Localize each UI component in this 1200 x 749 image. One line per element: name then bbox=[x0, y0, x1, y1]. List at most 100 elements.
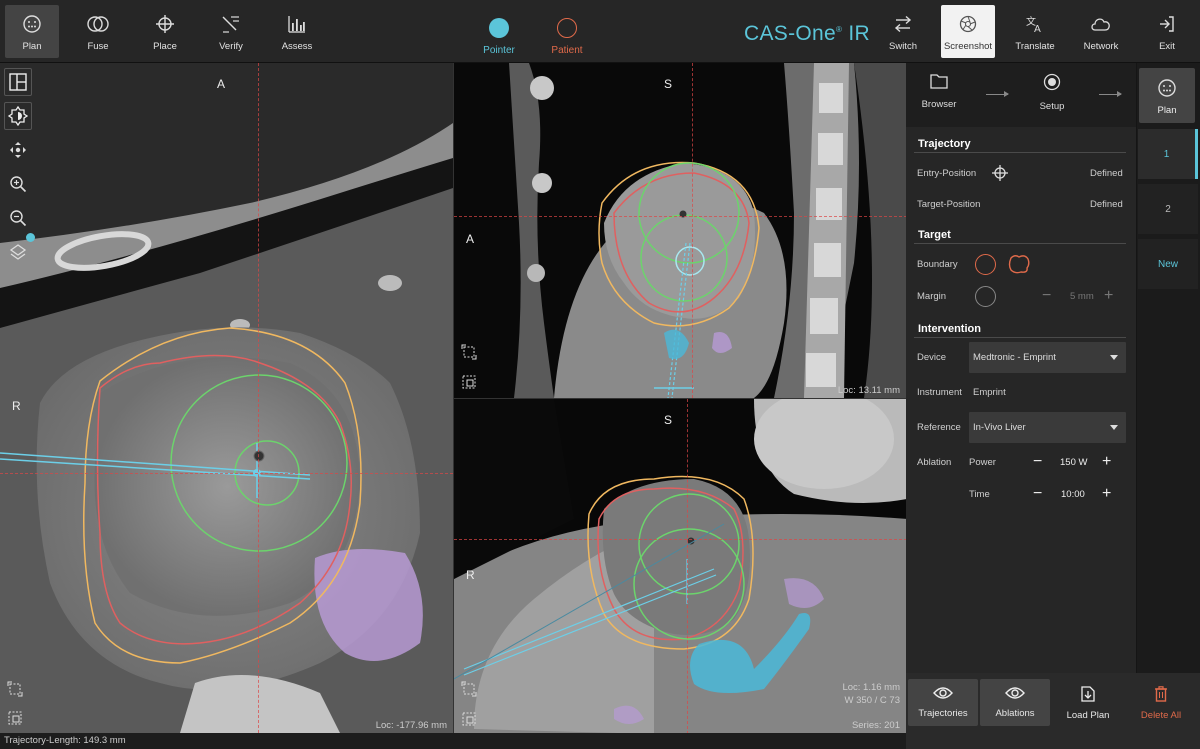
network-button[interactable]: Network bbox=[1074, 5, 1128, 58]
intervention-title: Intervention bbox=[918, 323, 981, 335]
orientation-left: R bbox=[12, 399, 21, 413]
crosshair-vertical bbox=[687, 399, 688, 733]
crosshair-vertical bbox=[258, 63, 259, 733]
crosshair-horizontal bbox=[0, 473, 453, 474]
step-arrow bbox=[986, 91, 1009, 97]
delete-all-button[interactable]: Delete All bbox=[1126, 679, 1196, 726]
active-tool-indicator bbox=[26, 233, 35, 242]
entry-position-value: Defined bbox=[1090, 168, 1123, 179]
collapse-view-icon[interactable] bbox=[460, 710, 478, 728]
zoom-out-icon bbox=[10, 210, 27, 227]
trajectories-toggle[interactable]: Trajectories bbox=[908, 679, 978, 726]
aperture-icon bbox=[957, 14, 979, 34]
pan-button[interactable] bbox=[4, 136, 32, 164]
orientation-top: S bbox=[664, 77, 673, 91]
section-divider bbox=[914, 337, 1126, 338]
power-decrease-button[interactable]: − bbox=[1033, 454, 1042, 470]
time-label: Time bbox=[969, 489, 990, 500]
tab-fuse[interactable]: Fuse bbox=[71, 5, 125, 58]
margin-label: Margin bbox=[917, 291, 947, 302]
trajectory-title: Trajectory bbox=[918, 138, 971, 150]
translate-icon: 文A bbox=[1024, 14, 1046, 34]
reference-select[interactable]: In-Vivo Liver bbox=[969, 412, 1126, 443]
tab-verify[interactable]: Verify bbox=[204, 5, 258, 58]
boundary-circle-icon[interactable] bbox=[975, 254, 996, 275]
target-position-label: Target-Position bbox=[917, 199, 981, 210]
step-plan[interactable]: Plan bbox=[1139, 68, 1195, 123]
registered-mark: ® bbox=[835, 25, 843, 34]
axial-view[interactable]: A R Loc: -177.96 mm bbox=[0, 63, 453, 733]
target-title: Target bbox=[918, 229, 951, 241]
margin-value: 5 mm bbox=[1070, 291, 1094, 302]
step-setup[interactable]: Setup bbox=[1022, 73, 1082, 112]
top-toolbar: Plan Fuse Place Verify Assess Pointer Pa… bbox=[0, 0, 1200, 63]
time-decrease-button[interactable]: − bbox=[1033, 486, 1042, 502]
plan-item-2[interactable]: 2 bbox=[1138, 184, 1198, 234]
move-arrows-icon bbox=[10, 142, 26, 158]
instrument-value: Emprint bbox=[973, 387, 1006, 398]
tab-assess[interactable]: Assess bbox=[270, 5, 324, 58]
device-value: Medtronic - Emprint bbox=[973, 352, 1056, 363]
power-increase-button[interactable]: + bbox=[1102, 454, 1111, 470]
coronal-ct-image bbox=[454, 399, 906, 733]
tab-label: Assess bbox=[281, 41, 313, 52]
chevron-down-icon bbox=[1110, 425, 1118, 430]
collapse-view-icon[interactable] bbox=[460, 373, 478, 391]
mode-label: Patient bbox=[551, 45, 583, 56]
instrument-label: Instrument bbox=[917, 387, 962, 398]
translate-button[interactable]: 文A Translate bbox=[1008, 5, 1062, 58]
step-label: Setup bbox=[1039, 101, 1065, 112]
device-select[interactable]: Medtronic - Emprint bbox=[969, 342, 1126, 373]
expand-view-icon[interactable] bbox=[460, 680, 478, 698]
button-label: Network bbox=[1083, 41, 1119, 52]
power-value: 150 W bbox=[1060, 457, 1088, 468]
tab-label: Plan bbox=[22, 41, 42, 52]
layout-button[interactable] bbox=[4, 68, 32, 96]
crosshair-horizontal bbox=[454, 216, 906, 217]
orientation-left: R bbox=[466, 568, 475, 582]
section-divider bbox=[914, 243, 1126, 244]
reference-value: In-Vivo Liver bbox=[973, 422, 1026, 433]
trash-icon bbox=[1155, 686, 1167, 702]
exit-button[interactable]: Exit bbox=[1140, 5, 1194, 58]
tab-place[interactable]: Place bbox=[138, 5, 192, 58]
folder-icon bbox=[930, 74, 948, 89]
step-browser[interactable]: Browser bbox=[909, 73, 969, 110]
plan-icon bbox=[21, 14, 43, 34]
margin-decrease-button[interactable]: − bbox=[1042, 288, 1051, 304]
boundary-freeform-icon[interactable] bbox=[1007, 253, 1031, 278]
time-increase-button[interactable]: + bbox=[1102, 486, 1111, 502]
expand-view-icon[interactable] bbox=[460, 343, 478, 361]
plan-item-1[interactable]: 1 bbox=[1138, 129, 1198, 179]
zoom-out-button[interactable] bbox=[4, 204, 32, 232]
orientation-top: S bbox=[664, 413, 673, 427]
layers-button[interactable] bbox=[4, 238, 32, 266]
mode-patient[interactable]: Patient bbox=[537, 18, 597, 56]
button-label: Screenshot bbox=[943, 41, 993, 52]
margin-increase-button[interactable]: + bbox=[1104, 288, 1113, 304]
orientation-left: A bbox=[466, 232, 475, 246]
window-level-button[interactable] bbox=[4, 102, 32, 130]
workflow-steps: Browser Setup bbox=[906, 63, 1136, 127]
coronal-view[interactable]: S R Loc: 1.16 mm W 350 / C 73 Series: 20… bbox=[453, 398, 906, 733]
zoom-in-icon bbox=[10, 176, 27, 193]
button-label: Trajectories bbox=[918, 708, 968, 719]
margin-circle-icon[interactable] bbox=[975, 286, 996, 307]
load-plan-button[interactable]: Load Plan bbox=[1053, 679, 1123, 726]
brand-name: CAS-One bbox=[744, 22, 836, 45]
entry-crosshair-icon[interactable] bbox=[992, 165, 1008, 184]
tab-plan[interactable]: Plan bbox=[5, 5, 59, 58]
expand-view-icon[interactable] bbox=[6, 680, 24, 698]
mode-pointer[interactable]: Pointer bbox=[469, 18, 529, 56]
ablations-toggle[interactable]: Ablations bbox=[980, 679, 1050, 726]
sagittal-view[interactable]: S A Loc: 13.11 mm bbox=[453, 63, 906, 398]
switch-button[interactable]: Switch bbox=[876, 5, 930, 58]
button-label: Translate bbox=[1015, 41, 1055, 52]
verify-icon bbox=[220, 14, 242, 34]
orientation-top: A bbox=[217, 77, 226, 91]
screenshot-button[interactable]: Screenshot bbox=[941, 5, 995, 58]
plan-item-new[interactable]: New bbox=[1138, 239, 1198, 289]
zoom-in-button[interactable] bbox=[4, 170, 32, 198]
button-label: Switch bbox=[889, 41, 917, 52]
collapse-view-icon[interactable] bbox=[6, 709, 24, 727]
